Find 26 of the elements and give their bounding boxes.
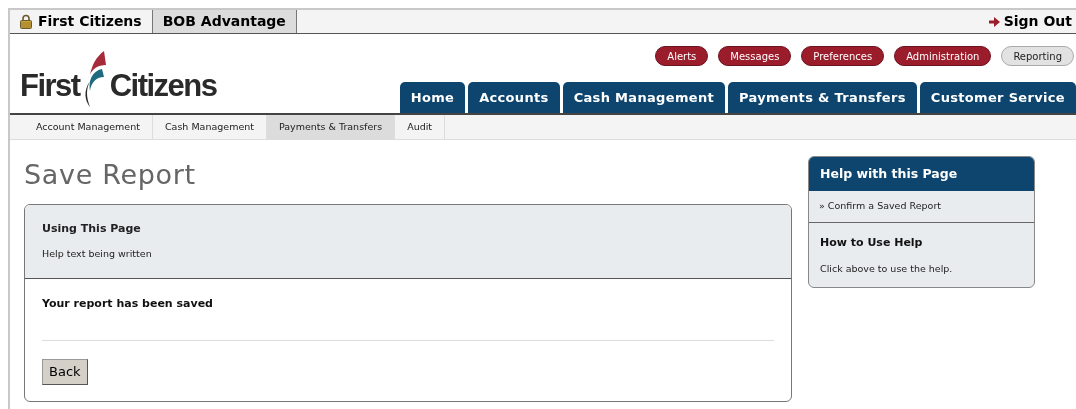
utility-button[interactable]: Reporting xyxy=(1001,46,1074,66)
utility-button[interactable]: Administration xyxy=(894,46,992,66)
nav-tab[interactable]: Cash Management xyxy=(562,82,726,113)
utility-button[interactable]: Preferences xyxy=(801,46,885,66)
help-panel-title: Help with this Page xyxy=(809,157,1034,191)
help-subheading: How to Use Help xyxy=(820,235,924,251)
confirmation-message: Your report has been saved xyxy=(42,295,214,312)
nav-tab[interactable]: Accounts xyxy=(468,82,560,113)
nav-tab[interactable]: Payments & Transfers xyxy=(728,82,917,113)
help-text: Help text being written xyxy=(42,247,153,262)
nav-tab[interactable]: Home xyxy=(399,82,466,113)
help-link[interactable]: » Confirm a Saved Report xyxy=(819,199,941,214)
page-title: Save Report xyxy=(24,158,197,192)
utility-button[interactable]: Messages xyxy=(718,46,792,66)
logo-text: Citizens xyxy=(109,70,217,101)
utility-button[interactable]: Alerts xyxy=(655,46,709,66)
padlock-icon xyxy=(20,14,32,29)
sign-out-link[interactable]: Sign Out xyxy=(988,10,1076,33)
back-button[interactable]: Back xyxy=(42,359,88,385)
arrow-right-icon xyxy=(988,16,1000,27)
subnav-tab[interactable]: Payments & Transfers xyxy=(267,115,396,139)
logo-text: First xyxy=(20,70,80,101)
help-instructions: Click above to use the help. xyxy=(820,261,954,276)
institution-tab[interactable]: BOB Advantage xyxy=(152,10,297,33)
nav-tab[interactable]: Customer Service xyxy=(919,82,1076,113)
panel-heading: Using This Page xyxy=(42,220,142,237)
